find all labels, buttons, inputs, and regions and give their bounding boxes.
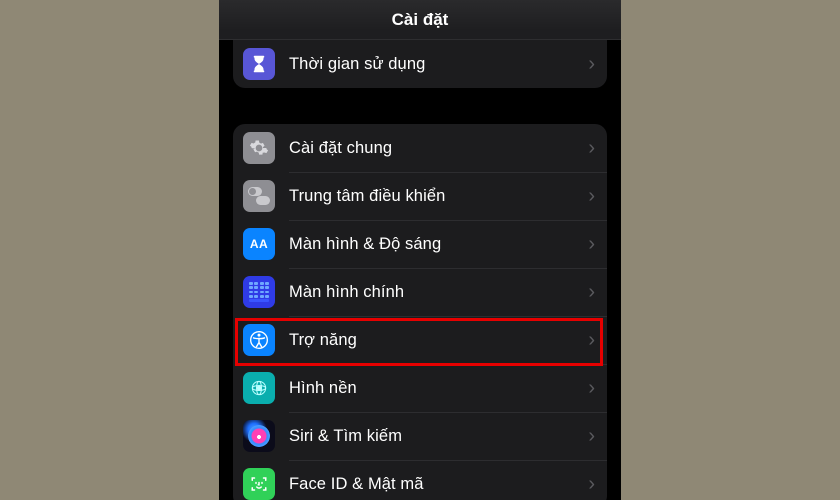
row-label: Màn hình chính xyxy=(289,283,588,302)
row-label: Trung tâm điều khiển xyxy=(289,187,588,206)
page-title: Cài đặt xyxy=(392,10,449,30)
row-label: Thời gian sử dụng xyxy=(289,55,588,74)
settings-group: Thời gian sử dụng › xyxy=(233,40,607,88)
accessibility-icon xyxy=(243,324,275,356)
row-control-center[interactable]: Trung tâm điều khiển › xyxy=(233,172,607,220)
faceid-icon xyxy=(243,468,275,500)
chevron-right-icon: › xyxy=(588,234,595,254)
chevron-right-icon: › xyxy=(588,282,595,302)
gear-icon xyxy=(243,132,275,164)
header: Cài đặt xyxy=(219,0,621,40)
phone-viewport: Cài đặt Thời gian sử dụng › xyxy=(219,0,621,500)
row-home-screen[interactable]: Màn hình chính › xyxy=(233,268,607,316)
row-label: Trợ năng xyxy=(289,331,588,350)
chevron-right-icon: › xyxy=(588,378,595,398)
display-icon: AA xyxy=(243,228,275,260)
siri-icon xyxy=(243,420,275,452)
chevron-right-icon: › xyxy=(588,138,595,158)
settings-scroll[interactable]: Thời gian sử dụng › Cài đặt chung › xyxy=(219,40,621,500)
display-glyph: AA xyxy=(250,237,268,251)
row-label: Siri & Tìm kiếm xyxy=(289,427,588,446)
row-label: Hình nền xyxy=(289,379,588,398)
row-general[interactable]: Cài đặt chung › xyxy=(233,124,607,172)
outer-frame: Cài đặt Thời gian sử dụng › xyxy=(0,0,840,500)
row-faceid-passcode[interactable]: Face ID & Mật mã › xyxy=(233,460,607,500)
hourglass-icon xyxy=(243,48,275,80)
row-label: Face ID & Mật mã xyxy=(289,475,588,494)
chevron-right-icon: › xyxy=(588,186,595,206)
row-wallpaper[interactable]: Hình nền › xyxy=(233,364,607,412)
home-grid-icon xyxy=(243,276,275,308)
row-screen-time[interactable]: Thời gian sử dụng › xyxy=(233,40,607,88)
row-label: Cài đặt chung xyxy=(289,139,588,158)
wallpaper-icon xyxy=(243,372,275,404)
row-siri-search[interactable]: Siri & Tìm kiếm › xyxy=(233,412,607,460)
row-accessibility[interactable]: Trợ năng › xyxy=(233,316,607,364)
chevron-right-icon: › xyxy=(588,54,595,74)
chevron-right-icon: › xyxy=(588,426,595,446)
toggle-icon xyxy=(243,180,275,212)
chevron-right-icon: › xyxy=(588,330,595,350)
settings-group: Cài đặt chung › Trung tâm điều khiển › A… xyxy=(233,124,607,500)
row-label: Màn hình & Độ sáng xyxy=(289,235,588,254)
row-display-brightness[interactable]: AA Màn hình & Độ sáng › xyxy=(233,220,607,268)
chevron-right-icon: › xyxy=(588,474,595,494)
